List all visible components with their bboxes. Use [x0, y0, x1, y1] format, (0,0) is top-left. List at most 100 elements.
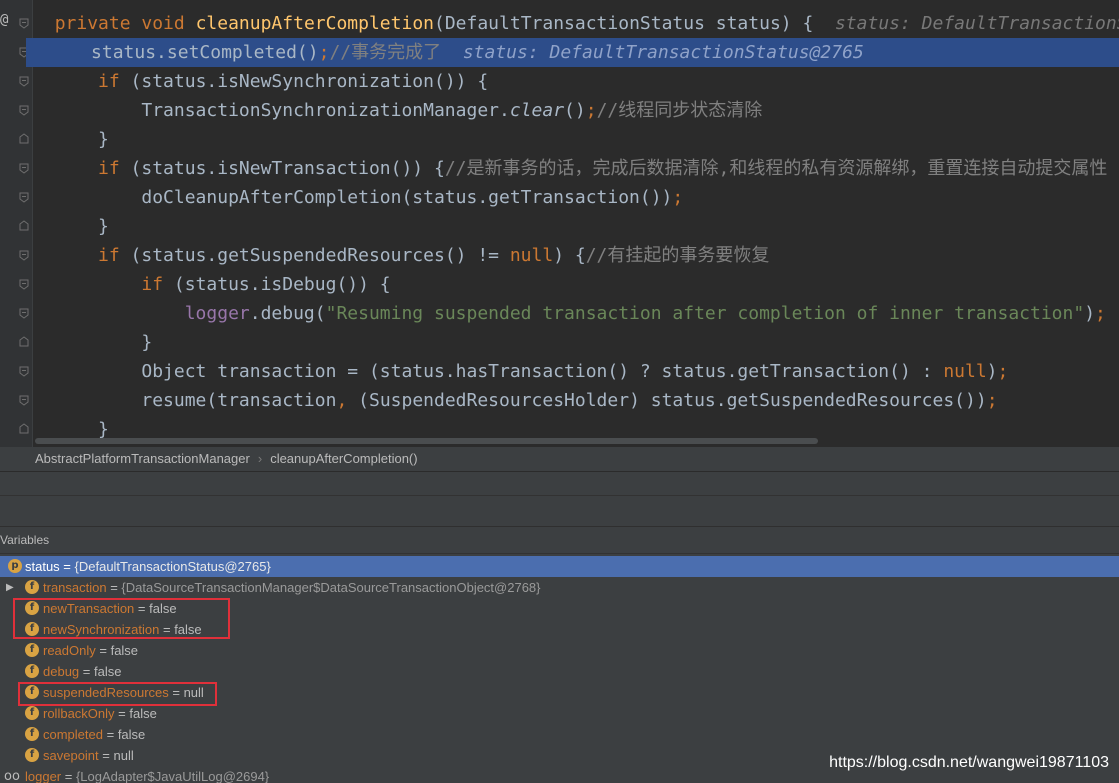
code-token: (status.isNewSynchronization()) {	[130, 71, 489, 92]
expand-arrow-icon[interactable]: ▶	[6, 577, 14, 598]
code-line-current[interactable]: status.setCompleted();//事务完成了 status: De…	[26, 38, 1119, 67]
variable-row[interactable]: f debug = false	[0, 661, 1119, 682]
fold-marker-icon[interactable]	[18, 162, 30, 174]
code-token: )	[986, 361, 998, 382]
variable-equals: =	[98, 748, 114, 763]
variable-name: transaction	[43, 580, 107, 595]
code-token: TransactionSynchronizationManager.	[141, 100, 510, 121]
code-token: //事务完成了	[329, 42, 463, 63]
code-token: if	[98, 158, 131, 179]
field-icon: f	[25, 580, 39, 594]
divider	[0, 495, 1119, 496]
fold-marker-icon[interactable]	[18, 278, 30, 290]
variable-row[interactable]: f rollbackOnly = false	[0, 703, 1119, 724]
code-token: //线程同步状态清除	[596, 100, 763, 121]
variable-value: {DefaultTransactionStatus@2765}	[74, 559, 271, 574]
variables-panel[interactable]: Variables p status = {DefaultTransactionS…	[0, 526, 1119, 783]
parameter-icon: p	[8, 559, 22, 573]
code-line[interactable]: doCleanupAfterCompletion(status.getTrans…	[33, 183, 1119, 212]
field-icon: f	[25, 706, 39, 720]
variable-value: false	[117, 727, 146, 742]
breadcrumb[interactable]: AbstractPlatformTransactionManager › clean…	[0, 447, 1119, 471]
editor-gutter[interactable]: @	[0, 0, 33, 447]
variable-equals: =	[106, 580, 122, 595]
code-line[interactable]: logger.debug("Resuming suspended transac…	[33, 299, 1119, 328]
code-token: null	[943, 361, 987, 382]
breadcrumb-method[interactable]: cleanupAfterCompletion()	[270, 451, 417, 466]
code-token: )	[1084, 303, 1096, 324]
variable-name: logger	[25, 769, 62, 783]
variable-text: readOnly = false	[43, 640, 138, 661]
field-icon: f	[25, 643, 39, 657]
code-token: Object transaction = (status.hasTransact…	[141, 361, 944, 382]
override-marker-icon[interactable]: @	[0, 12, 8, 28]
code-token: }	[98, 216, 109, 237]
variable-name: savepoint	[43, 748, 99, 763]
code-line[interactable]: }	[33, 125, 1119, 154]
fold-marker-icon[interactable]	[18, 133, 30, 145]
fold-marker-icon[interactable]	[18, 336, 30, 348]
fold-marker-icon[interactable]	[18, 394, 30, 406]
code-line[interactable]: private void cleanupAfterCompletion(Defa…	[33, 9, 1119, 38]
variable-row[interactable]: p status = {DefaultTransactionStatus@2765…	[0, 556, 1119, 577]
watermark: https://blog.csdn.net/wangwei19871103	[829, 754, 1109, 771]
variable-row[interactable]: f readOnly = false	[0, 640, 1119, 661]
fold-marker-icon[interactable]	[18, 17, 30, 29]
code-token: //有挂起的事务要恢复	[585, 245, 770, 266]
code-token: ;	[986, 390, 998, 411]
variable-text: rollbackOnly = false	[43, 703, 157, 724]
code-editor[interactable]: @ private void cleanupAfterCompletion(De…	[0, 0, 1119, 447]
code-token: ;	[672, 187, 684, 208]
variable-text: logger = {LogAdapter$JavaUtilLog@2694}	[25, 766, 269, 783]
code-line[interactable]: }	[33, 328, 1119, 357]
code-token: doCleanupAfterCompletion(status.getTrans…	[141, 187, 673, 208]
code-token: ) {	[553, 245, 586, 266]
fold-marker-icon[interactable]	[18, 365, 30, 377]
code-line[interactable]: if (status.isDebug()) {	[33, 270, 1119, 299]
variable-text: savepoint = null	[43, 745, 134, 766]
code-token: cleanupAfterCompletion	[195, 13, 434, 34]
fold-marker-icon[interactable]	[18, 423, 30, 435]
debug-toolbar-area	[0, 471, 1119, 526]
variable-value: false	[110, 643, 139, 658]
fold-marker-icon[interactable]	[18, 75, 30, 87]
variable-row[interactable]: ▶ f transaction = {DataSourceTransactionMa…	[0, 577, 1119, 598]
fold-marker-icon[interactable]	[18, 104, 30, 116]
code-token: }	[141, 332, 153, 353]
fold-marker-icon[interactable]	[18, 249, 30, 261]
code-line[interactable]: Object transaction = (status.hasTransact…	[33, 357, 1119, 386]
variable-equals: =	[79, 664, 94, 679]
variable-name: rollbackOnly	[43, 706, 115, 721]
breadcrumb-class[interactable]: AbstractPlatformTransactionManager	[35, 451, 250, 466]
variable-name: readOnly	[43, 643, 96, 658]
variable-name: debug	[43, 664, 80, 679]
variables-title: Variables	[0, 533, 50, 547]
fold-marker-icon[interactable]	[18, 307, 30, 319]
code-token: (status.isDebug()) {	[173, 274, 391, 295]
code-line[interactable]: if (status.getSuspendedResources() != nu…	[33, 241, 1119, 270]
code-token: ;	[997, 361, 1009, 382]
horizontal-scrollbar[interactable]	[35, 438, 818, 444]
code-line[interactable]: TransactionSynchronizationManager.clear(…	[33, 96, 1119, 125]
code-line[interactable]: }	[33, 212, 1119, 241]
variable-value: {LogAdapter$JavaUtilLog@2694}	[75, 769, 270, 783]
code-line[interactable]: if (status.isNewSynchronization()) {	[33, 67, 1119, 96]
variable-text: status = {DefaultTransactionStatus@2765}	[25, 556, 271, 577]
code-token: (SuspendedResourcesHolder) status.getSus…	[358, 390, 987, 411]
code-line[interactable]: resume(transaction, (SuspendedResourcesH…	[33, 386, 1119, 415]
fold-marker-icon[interactable]	[18, 191, 30, 203]
fold-marker-icon[interactable]	[18, 220, 30, 232]
code-token: null	[509, 245, 554, 266]
code-line[interactable]: if (status.isNewTransaction()) {//是新事务的话…	[33, 154, 1119, 183]
field-icon: f	[25, 748, 39, 762]
variable-row[interactable]: f completed = false	[0, 724, 1119, 745]
